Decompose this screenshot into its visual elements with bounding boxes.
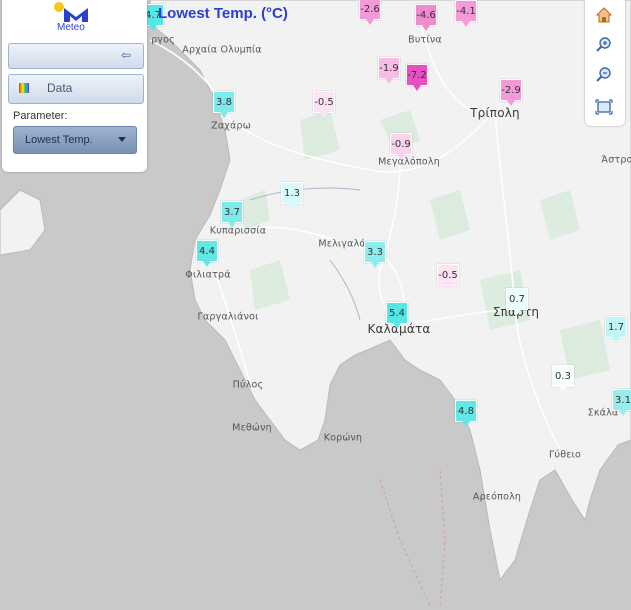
place-label: Μεθώνη [232, 422, 272, 434]
map-toolbar [585, 0, 625, 126]
data-menu-label: Data [47, 81, 73, 95]
place-label: Φιλιατρά [185, 269, 231, 281]
station-marker[interactable]: 1.3 [281, 182, 303, 209]
station-marker[interactable]: 3.8 [213, 91, 235, 118]
place-label: Τρίπολη [470, 106, 520, 120]
station-marker[interactable]: 4.4 [196, 240, 218, 267]
station-marker[interactable]: -4.1 [455, 0, 477, 27]
station-marker[interactable]: 0.3 [552, 365, 574, 392]
station-marker[interactable]: -1.9 [378, 57, 400, 84]
zoom-extent-button[interactable] [593, 96, 615, 118]
parameter-select-value: Lowest Temp. [25, 134, 93, 146]
zoom-in-button[interactable] [593, 34, 615, 56]
home-button[interactable] [593, 4, 615, 26]
station-marker[interactable]: -2.6 [359, 0, 381, 25]
place-label: Κυπαρισσία [209, 225, 267, 237]
place-label: Ζαχάρω [211, 120, 251, 132]
control-panel: Meteo ⇦ Data Parameter: Lowest Temp. [2, 0, 147, 172]
place-label: Γαργαλιάνοι [197, 311, 259, 323]
station-marker[interactable]: 3.1 [612, 389, 631, 416]
place-label: Βυτίνα [408, 34, 442, 46]
map-title: Lowest Temp. (°C) [158, 5, 288, 22]
logo-text: Meteo [57, 22, 85, 33]
station-marker[interactable]: -0.5 [437, 264, 459, 291]
zoom-in-icon [596, 37, 611, 52]
station-marker[interactable]: 4.8 [455, 400, 477, 427]
place-label: Κορώνη [323, 432, 363, 444]
place-label: Αρχαία Ολυμπία [182, 44, 262, 56]
place-label: Αρεόπολη [472, 491, 522, 503]
station-marker[interactable]: -0.9 [390, 133, 412, 160]
back-arrow-icon: ⇦ [121, 48, 132, 62]
color-scale-icon [19, 83, 29, 93]
chevron-down-icon [118, 137, 126, 142]
place-label: ργος [151, 34, 175, 46]
parameter-select[interactable]: Lowest Temp. [13, 126, 137, 154]
zoom-out-button[interactable] [593, 64, 615, 86]
place-label: Άστρο [601, 154, 631, 166]
data-menu-button[interactable]: Data [8, 74, 144, 104]
place-label: Γύθειο [549, 449, 581, 461]
station-marker[interactable]: 3.7 [221, 201, 243, 228]
station-marker[interactable]: 3.3 [364, 241, 386, 268]
parameter-label: Parameter: [13, 110, 68, 122]
station-marker[interactable]: -0.5 [313, 91, 335, 118]
station-marker[interactable]: 1.7 [605, 316, 627, 343]
place-label: Πύλος [232, 379, 264, 391]
zoom-extent-icon [595, 99, 613, 115]
station-marker[interactable]: -4.6 [415, 4, 437, 31]
collapse-panel-button[interactable]: ⇦ [8, 43, 144, 69]
station-marker[interactable]: 5.4 [386, 302, 408, 329]
station-marker[interactable]: -7.2 [406, 64, 428, 91]
home-icon [595, 7, 613, 23]
place-label: Μεγαλόπολη [378, 156, 440, 168]
station-marker[interactable]: 0.7 [506, 288, 528, 315]
zoom-out-icon [596, 67, 611, 82]
station-marker[interactable]: -2.9 [500, 79, 522, 106]
